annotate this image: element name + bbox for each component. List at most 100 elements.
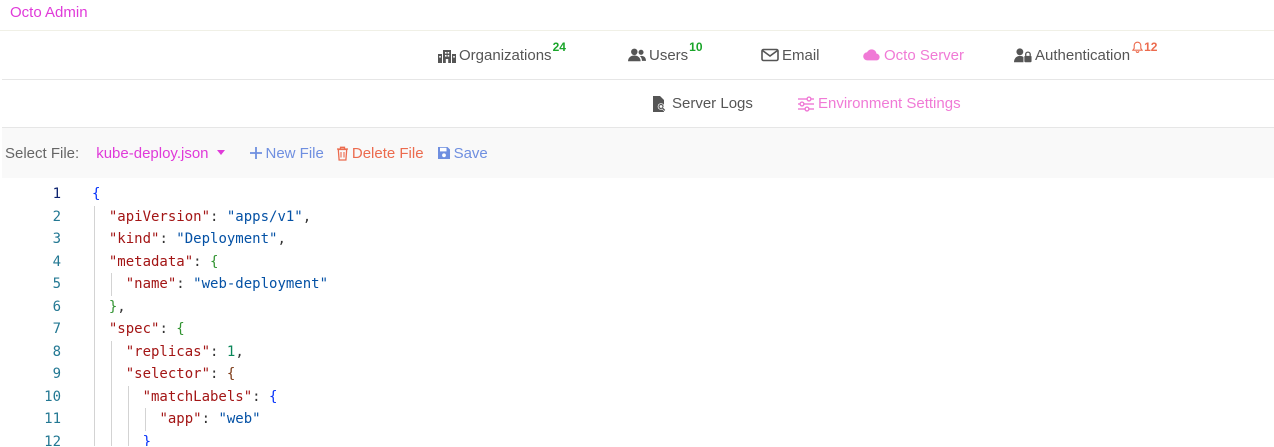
code-token: , xyxy=(277,231,286,247)
file-select-dropdown[interactable]: kube-deploy.json xyxy=(96,144,225,162)
code-token: { xyxy=(269,388,278,405)
select-file-label: Select File: xyxy=(5,144,80,162)
nav-authentication-label: Authentication xyxy=(1035,46,1131,64)
code-token: : xyxy=(193,253,211,270)
indent-guide xyxy=(127,385,129,446)
code-text: "spec": { xyxy=(92,318,185,341)
delete-file-label: Delete File xyxy=(351,144,424,162)
code-token: "web" xyxy=(218,411,261,427)
envelope-icon xyxy=(761,48,779,62)
line-number: 12 xyxy=(44,433,61,447)
authentication-alert-badge: 12 xyxy=(1132,40,1157,54)
file-search-icon xyxy=(653,95,666,112)
delete-file-button[interactable]: Delete File xyxy=(336,145,424,162)
caret-down-icon xyxy=(216,149,225,155)
code-token: : xyxy=(201,411,219,427)
code-token: : xyxy=(176,276,194,292)
primary-nav: Organizations 24 Users 10 Email Octo Ser… xyxy=(2,31,1274,80)
trash-icon xyxy=(336,146,348,161)
code-line[interactable]: 11 "app": "web" xyxy=(0,408,1274,431)
code-line[interactable]: 10 "matchLabels": { xyxy=(0,386,1274,409)
code-token: { xyxy=(210,253,219,270)
code-line[interactable]: 3 "kind": "Deployment", xyxy=(0,228,1274,251)
code-token: "kind" xyxy=(108,231,160,247)
plus-icon xyxy=(249,147,262,159)
line-number: 1 xyxy=(52,186,61,202)
code-token: "apiVersion" xyxy=(108,208,211,225)
selected-file-name: kube-deploy.json xyxy=(96,144,209,162)
code-token: "selector" xyxy=(125,366,211,382)
code-text: } xyxy=(92,431,151,447)
bell-icon xyxy=(1132,41,1144,53)
nav-octo-server-label: Octo Server xyxy=(884,46,965,64)
code-token: } xyxy=(142,433,152,447)
authentication-alert-count: 12 xyxy=(1144,40,1158,54)
new-file-button[interactable]: New File xyxy=(249,145,324,162)
building-icon xyxy=(438,50,456,63)
code-token: : xyxy=(252,388,270,405)
line-number: 6 xyxy=(52,298,61,315)
save-label: Save xyxy=(453,144,488,162)
nav-users-label: Users xyxy=(649,46,689,64)
nav-authentication[interactable]: Authentication 12 xyxy=(1014,31,1157,79)
code-line[interactable]: 8 "replicas": 1, xyxy=(0,341,1274,364)
code-text: "app": "web" xyxy=(92,408,261,431)
line-number: 7 xyxy=(52,321,61,337)
line-number: 5 xyxy=(52,276,61,292)
file-toolbar: Select File: kube-deploy.json New File D… xyxy=(2,128,1274,178)
nav-server-logs[interactable]: Server Logs xyxy=(651,80,753,127)
code-line[interactable]: 12 } xyxy=(0,431,1274,447)
code-line[interactable]: 2 "apiVersion": "apps/v1", xyxy=(0,206,1274,229)
nav-organizations[interactable]: Organizations 24 xyxy=(438,31,566,79)
indent-guide xyxy=(144,408,146,431)
nav-octo-server[interactable]: Octo Server xyxy=(863,31,964,79)
indent-guide xyxy=(110,340,112,446)
code-token: { xyxy=(92,186,101,202)
indent-guide xyxy=(110,273,112,296)
nav-users[interactable]: Users 10 xyxy=(628,31,703,79)
save-button[interactable]: Save xyxy=(437,145,488,162)
code-token: "Deployment" xyxy=(176,231,278,247)
code-line[interactable]: 9 "selector": { xyxy=(0,363,1274,386)
code-token: { xyxy=(176,321,185,337)
nav-email-label: Email xyxy=(782,46,820,64)
nav-environment-settings[interactable]: Environment Settings xyxy=(797,80,961,127)
code-token: : xyxy=(210,343,227,360)
code-line[interactable]: 6 }, xyxy=(0,296,1274,319)
line-number: 11 xyxy=(44,411,61,427)
code-line[interactable]: 1{ xyxy=(0,183,1274,206)
code-text: "replicas": 1, xyxy=(92,341,244,364)
line-number: 3 xyxy=(52,231,61,247)
code-text: "kind": "Deployment", xyxy=(92,228,286,251)
code-token: : xyxy=(210,366,227,382)
code-token: , xyxy=(302,208,312,225)
code-line[interactable]: 7 "spec": { xyxy=(0,318,1274,341)
new-file-label: New File xyxy=(265,144,324,162)
secondary-nav: Server Logs Environment Settings xyxy=(2,80,1274,128)
code-token: "metadata" xyxy=(108,253,194,270)
code-editor[interactable]: 1{2 "apiVersion": "apps/v1", 3 "kind": "D… xyxy=(0,178,1274,446)
code-line[interactable]: 4 "metadata": { xyxy=(0,251,1274,274)
nav-email[interactable]: Email xyxy=(761,31,820,79)
users-icon xyxy=(628,48,646,62)
indent-guide xyxy=(94,205,95,446)
app-title[interactable]: Octo Admin xyxy=(0,0,1274,31)
user-lock-icon xyxy=(1014,48,1032,63)
line-number: 8 xyxy=(52,343,61,360)
code-token: : xyxy=(210,208,227,225)
code-line[interactable]: 5 "name": "web-deployment" xyxy=(0,273,1274,296)
line-number: 2 xyxy=(52,208,61,225)
code-token: , xyxy=(117,298,126,315)
code-token: : xyxy=(159,321,177,337)
code-token: "replicas" xyxy=(125,343,211,360)
users-count-badge: 10 xyxy=(689,40,703,54)
code-token: "name" xyxy=(125,276,177,292)
code-text: "matchLabels": { xyxy=(92,386,278,409)
code-token: , xyxy=(235,343,244,360)
